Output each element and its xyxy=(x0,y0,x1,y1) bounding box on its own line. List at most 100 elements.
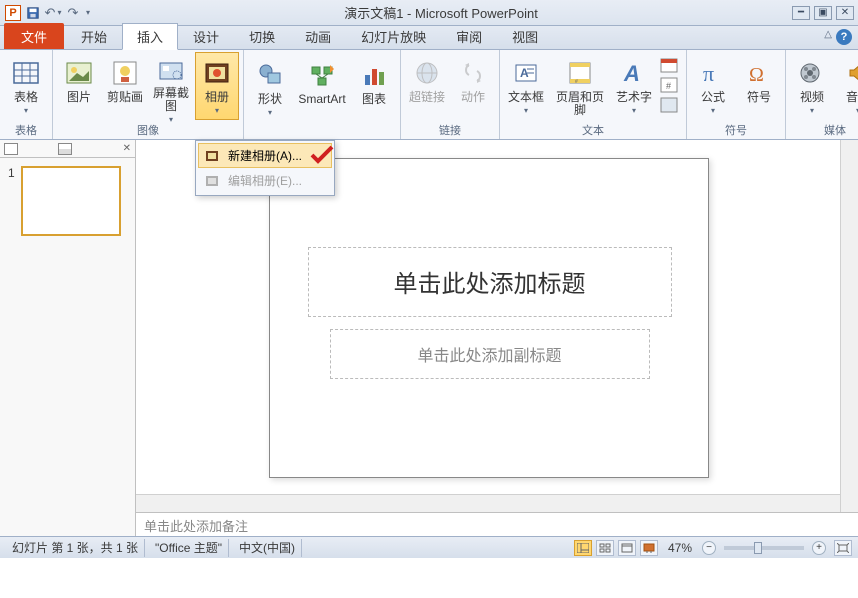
svg-text:Ω: Ω xyxy=(749,64,764,86)
tab-animations[interactable]: 动画 xyxy=(290,23,346,49)
picture-icon xyxy=(63,57,95,89)
symbol-button[interactable]: Ω 符号 xyxy=(737,52,781,120)
tab-slideshow[interactable]: 幻灯片放映 xyxy=(346,23,441,49)
symbol-icon: Ω xyxy=(743,57,775,89)
tab-home[interactable]: 开始 xyxy=(66,23,122,49)
group-label-links: 链接 xyxy=(405,120,495,140)
group-symbols: π 公式 ▾ Ω 符号 符号 xyxy=(687,50,786,139)
chart-icon xyxy=(358,59,390,91)
status-slideinfo[interactable]: 幻灯片 第 1 张，共 1 张 xyxy=(6,539,145,557)
undo-icon[interactable]: ↶▾ xyxy=(44,4,62,22)
ribbon-tabs: 文件 开始 插入 设计 切换 动画 幻灯片放映 审阅 视图 △ ? xyxy=(0,26,858,50)
album-icon xyxy=(201,57,233,89)
check-icon xyxy=(310,145,334,168)
chart-button[interactable]: 图表 xyxy=(352,54,396,122)
redo-icon[interactable]: ↷ xyxy=(64,4,82,22)
album-button[interactable]: 相册 ▾ xyxy=(195,52,239,120)
zoom-slider[interactable] xyxy=(724,546,804,550)
picture-button[interactable]: 图片 xyxy=(57,52,101,120)
tab-design[interactable]: 设计 xyxy=(178,23,234,49)
quick-access-toolbar: P ↶▾ ↷ ▾ xyxy=(4,4,90,22)
view-slideshow-button[interactable] xyxy=(640,540,658,556)
action-icon xyxy=(457,57,489,89)
group-links: 超链接 动作 链接 xyxy=(401,50,500,139)
tab-insert[interactable]: 插入 xyxy=(122,23,178,50)
group-label-images: 图像 xyxy=(57,120,239,140)
zoom-in-button[interactable]: + xyxy=(812,541,826,555)
fit-window-button[interactable] xyxy=(834,540,852,556)
thumbnail-list: 1 xyxy=(0,158,135,244)
table-label: 表格 xyxy=(14,91,38,104)
svg-text:#: # xyxy=(666,81,671,91)
group-tables: 表格 ▾ 表格 xyxy=(0,50,53,139)
slide[interactable]: 单击此处添加标题 单击此处添加副标题 xyxy=(269,158,709,478)
video-button[interactable]: 视频 ▾ xyxy=(790,52,834,120)
table-button[interactable]: 表格 ▾ xyxy=(4,52,48,120)
tab-view[interactable]: 视图 xyxy=(497,23,553,49)
slidenumber-button[interactable]: # xyxy=(660,77,680,95)
app-icon[interactable]: P xyxy=(4,4,22,22)
tab-review[interactable]: 审阅 xyxy=(441,23,497,49)
main-area: ✕ 1 单击此处添加标题 单击此处添加副标题 单击此处添加备注 xyxy=(0,140,858,536)
tab-transitions[interactable]: 切换 xyxy=(234,23,290,49)
maximize-button[interactable]: ▣ xyxy=(814,6,832,20)
date-button[interactable] xyxy=(660,57,680,75)
video-icon xyxy=(796,57,828,89)
group-label-media: 媒体 xyxy=(790,120,858,140)
help-icon[interactable]: ? xyxy=(836,29,852,45)
thumb-close-icon[interactable]: ✕ xyxy=(123,143,131,154)
ribbon: 表格 ▾ 表格 图片 剪贴画 屏幕截图 ▾ 相册 ▾ xyxy=(0,50,858,140)
close-button[interactable]: ✕ xyxy=(836,6,854,20)
svg-text:π: π xyxy=(703,61,714,86)
status-zoom[interactable]: 47% xyxy=(668,541,692,555)
smartart-button[interactable]: SmartArt xyxy=(294,54,350,122)
window-title: 演示文稿1 - Microsoft PowerPoint xyxy=(90,3,792,22)
clipart-icon xyxy=(109,57,141,89)
thumbnail-slide xyxy=(21,166,121,236)
ribbon-minimize-icon[interactable]: △ xyxy=(824,29,832,45)
group-images: 图片 剪贴画 屏幕截图 ▾ 相册 ▾ 图像 xyxy=(53,50,244,139)
equation-icon: π xyxy=(697,57,729,89)
window-buttons: ━ ▣ ✕ xyxy=(792,6,854,20)
slide-area: 单击此处添加标题 单击此处添加副标题 单击此处添加备注 xyxy=(136,140,858,536)
group-media: 视频 ▾ 音频 ▾ 媒体 xyxy=(786,50,858,139)
title-placeholder[interactable]: 单击此处添加标题 xyxy=(308,247,672,317)
screenshot-button[interactable]: 屏幕截图 ▾ xyxy=(149,52,193,120)
textbox-button[interactable]: A 文本框 ▾ xyxy=(504,52,548,120)
object-button[interactable] xyxy=(660,97,680,115)
subtitle-placeholder[interactable]: 单击此处添加副标题 xyxy=(330,329,650,379)
wordart-button[interactable]: A 艺术字 ▾ xyxy=(612,52,656,120)
status-lang[interactable]: 中文(中国) xyxy=(233,539,302,557)
view-reading-button[interactable] xyxy=(618,540,636,556)
hyperlink-button: 超链接 xyxy=(405,52,449,120)
tab-file[interactable]: 文件 xyxy=(4,23,64,49)
slides-tab-icon[interactable] xyxy=(4,143,18,155)
wordart-icon: A xyxy=(618,57,650,89)
equation-button[interactable]: π 公式 ▾ xyxy=(691,52,735,120)
smartart-icon xyxy=(306,59,338,91)
thumbnail-1[interactable]: 1 xyxy=(8,166,127,236)
view-normal-button[interactable] xyxy=(574,540,592,556)
audio-icon xyxy=(842,57,858,89)
minimize-button[interactable]: ━ xyxy=(792,6,810,20)
svg-text:#: # xyxy=(575,79,578,85)
view-sorter-button[interactable] xyxy=(596,540,614,556)
headerfooter-button[interactable]: # 页眉和页脚 xyxy=(550,52,610,120)
group-label-symbols: 符号 xyxy=(691,120,781,140)
textbox-icon: A xyxy=(510,57,542,89)
hyperlink-icon xyxy=(411,57,443,89)
outline-tab-icon[interactable] xyxy=(58,143,72,155)
zoom-out-button[interactable]: − xyxy=(702,541,716,555)
save-icon[interactable] xyxy=(24,4,42,22)
status-theme[interactable]: "Office 主题" xyxy=(149,539,229,557)
shapes-button[interactable]: 形状 ▾ xyxy=(248,54,292,122)
notes-pane[interactable]: 单击此处添加备注 xyxy=(136,512,858,536)
newalbum-icon xyxy=(204,148,220,164)
audio-button[interactable]: 音频 ▾ xyxy=(836,52,858,120)
editalbum-item: 编辑相册(E)... xyxy=(198,168,332,193)
group-label-tables: 表格 xyxy=(4,120,48,140)
thumbnail-panel: ✕ 1 xyxy=(0,140,136,536)
clipart-button[interactable]: 剪贴画 xyxy=(103,52,147,120)
table-icon xyxy=(10,57,42,89)
group-illustrations: 形状 ▾ SmartArt 图表 xyxy=(244,50,401,139)
